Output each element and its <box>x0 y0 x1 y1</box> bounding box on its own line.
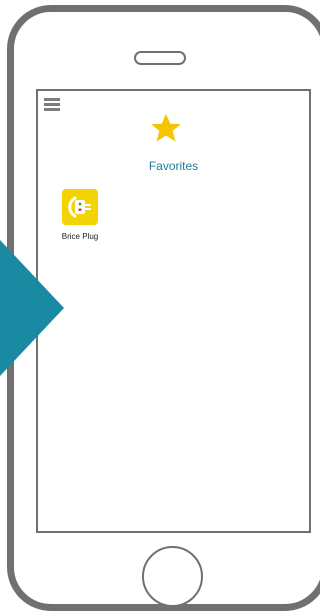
star-icon <box>151 113 181 142</box>
hamburger-menu-icon[interactable] <box>44 98 60 112</box>
favorite-device-tile[interactable]: Brice Plug <box>54 189 106 241</box>
phone-speaker <box>134 51 186 65</box>
page-title: Favorites <box>148 159 199 173</box>
home-button <box>142 546 203 607</box>
smart-plug-icon <box>62 189 98 225</box>
app-screen: Favorites Brice Plug <box>36 89 311 533</box>
arrow-pointer-icon <box>0 240 64 376</box>
